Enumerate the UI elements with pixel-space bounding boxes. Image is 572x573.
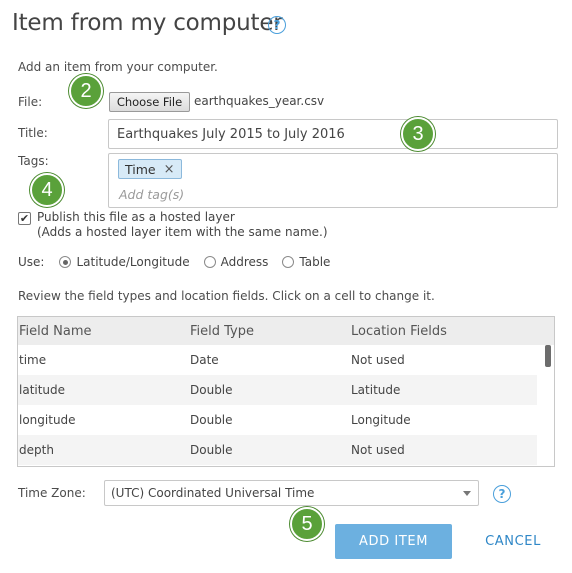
intro-text: Add an item from your computer. xyxy=(18,60,218,74)
table-row[interactable]: depth Double Not used xyxy=(18,435,537,465)
remove-tag-icon[interactable]: × xyxy=(164,162,175,177)
cell-field-name[interactable]: longitude xyxy=(19,413,76,427)
column-header-location-fields: Location Fields xyxy=(351,324,447,339)
publish-label-line1: Publish this file as a hosted layer xyxy=(37,210,235,224)
publish-label: Publish this file as a hosted layer (Add… xyxy=(37,210,328,240)
cell-field-name[interactable]: depth xyxy=(19,443,54,457)
radio-table[interactable]: Table xyxy=(282,255,330,269)
step-badge-2: 2 xyxy=(69,74,103,108)
radio-unselected-icon[interactable] xyxy=(282,256,295,268)
table-row[interactable]: latitude Double Latitude xyxy=(18,375,537,405)
radio-address[interactable]: Address xyxy=(203,255,269,269)
tag-chip-time: Time × xyxy=(118,159,182,179)
cell-location-field[interactable]: Longitude xyxy=(351,413,411,427)
tags-label: Tags: xyxy=(18,154,49,168)
cell-location-field[interactable]: Not used xyxy=(351,353,405,367)
table-header: Field Name Field Type Location Fields xyxy=(18,317,554,345)
choose-file-button[interactable]: Choose File xyxy=(109,92,190,112)
column-header-field-type: Field Type xyxy=(190,324,254,339)
time-zone-select[interactable]: (UTC) Coordinated Universal Time xyxy=(104,480,479,506)
review-instructions: Review the field types and location fiel… xyxy=(18,289,435,303)
radio-latitude-longitude[interactable]: Latitude/Longitude xyxy=(59,255,190,269)
cell-field-type[interactable]: Double xyxy=(190,443,233,457)
use-label: Use: xyxy=(18,255,45,269)
step-badge-3: 3 xyxy=(401,117,435,151)
cell-field-type[interactable]: Double xyxy=(190,413,233,427)
cell-field-name[interactable]: latitude xyxy=(19,383,65,397)
time-zone-value: (UTC) Coordinated Universal Time xyxy=(111,486,315,500)
publish-checkbox[interactable]: ✔ xyxy=(18,212,31,225)
step-badge-4: 4 xyxy=(30,173,64,207)
cell-location-field[interactable]: Latitude xyxy=(351,383,400,397)
add-item-button[interactable]: ADD ITEM xyxy=(335,524,452,559)
tag-label: Time xyxy=(125,161,156,177)
selected-file-name: earthquakes_year.csv xyxy=(194,94,325,108)
cell-field-type[interactable]: Double xyxy=(190,383,233,397)
table-row[interactable]: time Date Not used xyxy=(18,345,537,375)
cancel-button[interactable]: CANCEL xyxy=(478,524,548,559)
cell-field-type[interactable]: Date xyxy=(190,353,219,367)
file-label: File: xyxy=(18,95,43,109)
title-input-value: Earthquakes July 2015 to July 2016 xyxy=(117,126,345,142)
dialog-title: Item from my computer xyxy=(12,10,283,36)
step-badge-5: 5 xyxy=(290,507,324,541)
help-icon[interactable]: ? xyxy=(493,485,511,503)
tags-input[interactable]: Time × Add tag(s) xyxy=(108,153,558,208)
radio-selected-icon[interactable] xyxy=(59,256,72,268)
column-header-field-name: Field Name xyxy=(19,324,92,339)
publish-label-line2: (Adds a hosted layer item with the same … xyxy=(37,225,328,239)
radio-label: Address xyxy=(220,255,269,269)
radio-label: Latitude/Longitude xyxy=(76,255,190,269)
cell-field-name[interactable]: time xyxy=(19,353,46,367)
title-input[interactable]: Earthquakes July 2015 to July 2016 xyxy=(108,119,558,149)
table-row[interactable]: longitude Double Longitude xyxy=(18,405,537,435)
radio-label: Table xyxy=(299,255,331,269)
tags-placeholder[interactable]: Add tag(s) xyxy=(119,187,184,202)
chevron-down-icon xyxy=(463,491,471,496)
time-zone-label: Time Zone: xyxy=(18,486,86,500)
use-radio-group: Use: Latitude/Longitude Address Table xyxy=(18,255,330,269)
radio-unselected-icon[interactable] xyxy=(203,256,216,268)
title-label: Title: xyxy=(18,126,48,140)
table-scrollbar[interactable] xyxy=(545,345,551,367)
help-icon[interactable]: ? xyxy=(268,16,286,34)
fields-table: Field Name Field Type Location Fields ti… xyxy=(17,316,555,467)
cell-location-field[interactable]: Not used xyxy=(351,443,405,457)
